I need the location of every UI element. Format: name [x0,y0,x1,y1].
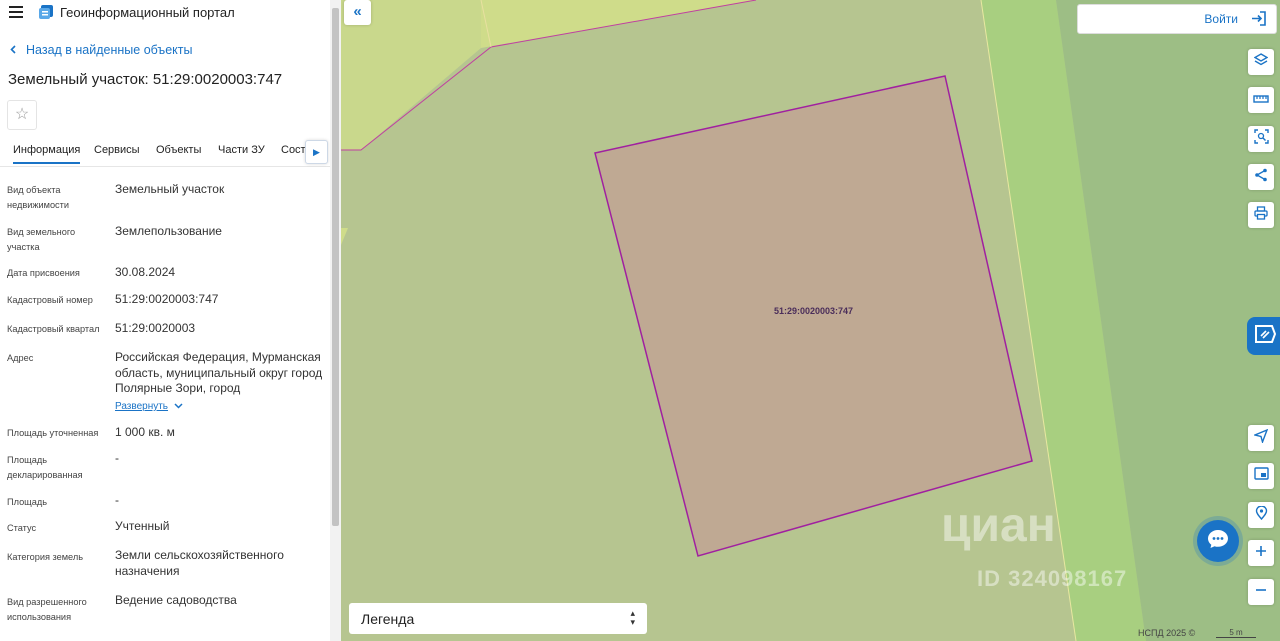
property-label: Площадь [7,497,47,507]
legend-dropdown[interactable]: Легенда ▴ ▾ [349,603,647,634]
property-value: Землепользование [115,224,222,238]
tab-bar: Информация Сервисы Объекты Части ЗУ Сост… [0,140,330,167]
property-value: 51:29:0020003:747 [115,292,219,306]
property-value: Земельный участок [115,182,225,196]
legend-label: Легенда [361,611,415,627]
property-label: Категория земель [7,552,83,562]
area-select-button[interactable] [1248,126,1274,152]
property-value: Ведение садоводства [115,593,237,607]
ruler-button[interactable] [1248,87,1274,113]
zoom-out-button[interactable] [1248,579,1274,605]
tab-objects[interactable]: Объекты [156,144,201,156]
picture-in-picture-icon [1253,467,1269,485]
watermark-id: ID 324098167 [977,566,1128,591]
address-value: Российская Федерация, Мурманская область… [115,350,323,395]
navigation-arrow-icon [1252,428,1269,448]
property-label: Вид разрешенного использования [7,597,87,622]
property-label: Кадастровый номер [7,295,93,305]
area-select-icon [1253,129,1269,149]
double-chevron-left-icon: « [353,3,362,20]
feedback-icon [1253,323,1277,350]
scrollbar-thumb[interactable] [332,8,339,526]
back-link-label: Назад в найденные объекты [26,43,193,57]
back-link[interactable]: Назад в найденные объекты [10,43,192,57]
property-label: Адрес [7,353,34,363]
sort-arrows-icon: ▴ ▾ [630,608,635,627]
chevron-left-icon [10,43,16,57]
app-title: Геоинформационный портал [60,5,235,20]
property-value: Учтенный [115,519,170,533]
print-button[interactable] [1248,202,1274,228]
minus-icon [1255,583,1267,601]
sidebar-scrollbar[interactable] [330,0,341,641]
property-label: Вид земельного участка [7,227,76,252]
property-label: Вид объекта недвижимости [7,185,69,210]
favorite-star-button[interactable]: ☆ [7,100,37,130]
locate-button[interactable] [1248,425,1274,451]
chevron-down-icon [174,401,183,412]
tab-parts[interactable]: Части ЗУ [218,144,265,156]
portal-logo-icon [38,5,54,25]
property-label: Кадастровый квартал [7,324,100,334]
property-label: Статус [7,523,37,533]
header: Геоинформационный портал [0,0,330,26]
plus-icon [1255,544,1267,562]
location-pin-icon [1255,504,1268,525]
ruler-icon [1253,91,1269,109]
share-icon [1254,168,1268,187]
tab-information[interactable]: Информация [13,144,81,164]
parcel-label[interactable]: 51:29:0020003:747 [774,306,853,316]
collapse-panel-button[interactable]: « [344,0,371,25]
sidebar: Геоинформационный портал Назад в найденн… [0,0,330,641]
expand-address-link[interactable]: Развернуть [115,401,183,412]
login-label: Войти [1204,12,1238,26]
expand-address-label: Развернуть [115,401,169,412]
location-pin-button[interactable] [1248,502,1274,528]
property-value: - [115,493,119,507]
property-value: Земли сельскохозяйственного назначения [115,548,284,578]
tab-services[interactable]: Сервисы [94,144,140,156]
scale-bar: 5 m [1216,628,1256,638]
tabs-scroll-right-button[interactable]: ▶ [305,140,328,164]
chat-button[interactable] [1197,520,1239,562]
layers-button[interactable] [1248,49,1274,75]
chat-bubble-icon [1207,529,1229,554]
property-value: 51:29:0020003 [115,321,196,335]
side-panel-toggle[interactable] [1247,317,1280,355]
star-icon: ☆ [14,106,30,123]
minimap-button[interactable] [1248,463,1274,489]
layers-icon [1253,52,1269,72]
property-value: 1 000 кв. м [115,425,175,439]
triangle-right-icon: ▶ [313,147,320,157]
property-label: Площадь уточненная [7,428,99,438]
map-attribution: НСПД 2025 © [1138,628,1196,638]
watermark-brand: циан [941,499,1056,552]
page-title: Земельный участок: 51:29:0020003:747 [8,71,283,88]
login-icon [1251,11,1267,31]
property-label: Площадь декларированная [7,455,83,480]
menu-icon[interactable] [9,6,23,18]
property-value: 30.08.2024 [115,265,176,279]
map-canvas [341,0,1280,641]
zoom-in-button[interactable] [1248,540,1274,566]
property-label: Дата присвоения [7,268,80,278]
property-value: - [115,451,119,465]
map-view[interactable]: 51:29:0020003:747 « Войти циан ID 324098… [341,0,1280,641]
share-button[interactable] [1248,164,1274,190]
login-button[interactable]: Войти [1077,4,1277,34]
print-icon [1254,205,1268,225]
